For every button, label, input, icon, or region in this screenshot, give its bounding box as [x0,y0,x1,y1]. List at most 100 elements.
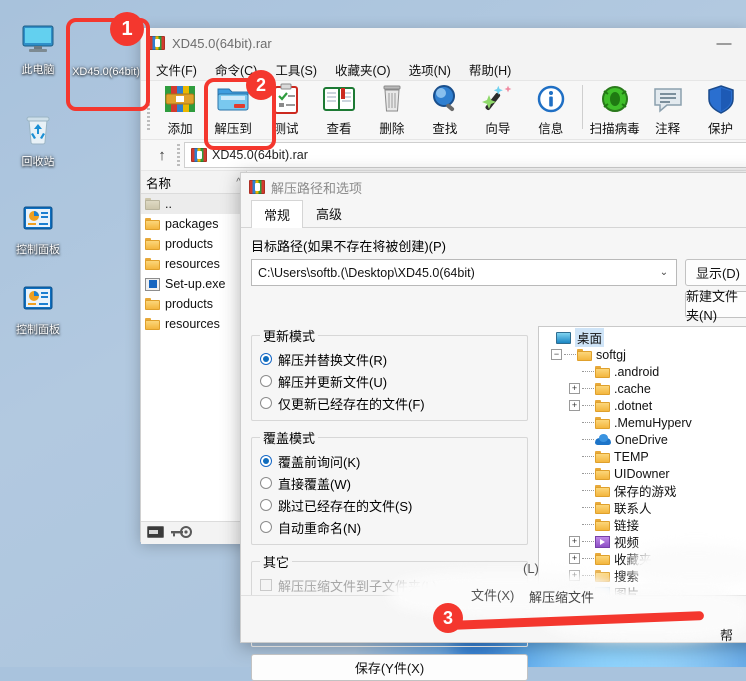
path-gripper[interactable] [177,144,180,166]
folder-icon [577,348,592,361]
desktop-icon-label: 回收站 [21,156,55,168]
list-item[interactable]: products [141,294,246,314]
monitor-icon [556,331,571,344]
winrar-toolbar: 添加 解压到 测试 查看 删除 查找 向导 信息 扫描病毒 注释 保护 [141,80,746,139]
folder-icon [595,382,610,395]
desktop-icon-control-panel-2[interactable]: 控制面板 [6,278,70,337]
folder-icon [145,258,160,270]
menu-item-help[interactable]: 帮助(H) [460,58,520,81]
destination-path-combobox[interactable]: C:\Users\softb.(\Desktop\XD45.0(64bit) ⌄ [251,259,677,286]
tab-general[interactable]: 常规 [251,200,304,228]
toolbar-button-label: 测试 [273,122,299,136]
tree-item-softgj[interactable]: − softgj [543,346,746,363]
toolbar-button-label: 解压到 [214,122,252,136]
tab-advanced[interactable]: 高级 [303,199,355,227]
collapse-toggle-icon[interactable]: − [551,349,562,360]
toolbar-button-add[interactable]: 添加 [154,81,207,139]
tree-item-label: OneDrive [615,432,668,447]
radio-indicator[interactable] [260,477,272,489]
radio-skip-existing[interactable]: 跳过已经存在的文件(S) [260,494,519,516]
tree-item-cache[interactable]: + .cache [543,380,746,397]
winrar-statusbar [141,521,246,544]
save-settings-button[interactable]: 保存(Y件(X) [251,654,528,681]
toolbar-button-protect[interactable]: 保护 [694,81,746,139]
radio-indicator[interactable] [260,499,272,511]
list-item-label: resources [165,257,220,271]
help-button-fragment[interactable]: 帮 [720,625,733,644]
toolbar-button-label: 扫描病毒 [589,122,640,136]
expand-toggle-icon[interactable]: + [569,536,580,547]
radio-only-update-existing[interactable]: 仅更新已经存在的文件(F) [260,392,519,414]
menu-item-tools[interactable]: 工具(S) [266,58,326,81]
toolbar-button-info[interactable]: 信息 [524,81,577,139]
menu-item-options[interactable]: 选项(N) [400,58,460,81]
toolbar-button-label: 保护 [708,122,734,136]
option-label: 解压并更新文件(U) [278,374,388,390]
list-item[interactable]: .. [141,194,246,214]
tree-item-contacts[interactable]: 联系人 [543,499,746,516]
expand-toggle-icon[interactable]: + [569,383,580,394]
toolbar-button-wizard[interactable]: 向导 [471,81,524,139]
tree-item-android[interactable]: .android [543,363,746,380]
expand-toggle-icon[interactable]: + [569,553,580,564]
radio-auto-rename[interactable]: 自动重命名(N) [260,516,519,538]
find-icon [428,83,462,117]
radio-indicator[interactable] [260,455,272,467]
radio-extract-and-update[interactable]: 解压并更新文件(U) [260,370,519,392]
radio-indicator[interactable] [260,397,272,409]
list-item[interactable]: resources [141,254,246,274]
radio-extract-and-replace[interactable]: 解压并替换文件(R) [260,348,519,370]
disk-icon [147,525,164,541]
tree-item-label: .MemuHyperv [614,415,692,430]
tree-item-saved-games[interactable]: 保存的游戏 [543,482,746,499]
up-one-level-button[interactable]: ↑ [147,147,177,164]
menu-item-file[interactable]: 文件(F) [147,58,206,81]
list-item-label: packages [165,217,219,231]
folder-icon [595,467,610,480]
control-panel-icon [6,198,70,242]
radio-indicator[interactable] [260,375,272,387]
annotation-badge-step1: 1 [110,12,144,46]
toolbar-gripper[interactable] [147,84,150,132]
bottom-fragment-x: 文件(X) [471,588,515,603]
toolbar-button-delete[interactable]: 删除 [365,81,418,139]
tree-item-uidowner[interactable]: UIDowner [543,465,746,482]
update-mode-legend: 更新模式 [263,329,316,344]
comment-icon [651,83,685,117]
tree-item-label: .android [614,364,660,379]
tree-item-desktop[interactable]: 桌面 [543,328,746,347]
show-button[interactable]: 显示(D) [685,259,746,286]
list-item[interactable]: resources [141,314,246,334]
archive-path-combobox[interactable]: XD45.0(64bit).rar [184,142,746,168]
menu-item-favorites[interactable]: 收藏夹(O) [326,58,400,81]
minimize-button[interactable]: — [701,28,746,58]
toolbar-button-comment[interactable]: 注释 [641,81,694,139]
winrar-icon [149,36,165,50]
option-label: 仅更新已经存在的文件(F) [278,396,425,412]
toolbar-button-virus-scan[interactable]: 扫描病毒 [588,81,641,139]
toolbar-button-find[interactable]: 查找 [418,81,471,139]
expand-toggle-icon[interactable]: + [569,400,580,411]
tree-item-links[interactable]: 链接 [543,516,746,533]
desktop-icon-control-panel-1[interactable]: 控制面板 [6,198,70,257]
desktop-icon-this-pc[interactable]: 此电脑 [6,18,70,77]
list-item[interactable]: products [141,234,246,254]
list-item[interactable]: Set-up.exe [141,274,246,294]
radio-indicator[interactable] [260,521,272,533]
radio-ask-before-overwrite[interactable]: 覆盖前询问(K) [260,450,519,472]
toolbar-button-view[interactable]: 查看 [313,81,366,139]
chevron-down-icon[interactable]: ⌄ [656,267,672,278]
tree-item-onedrive[interactable]: OneDrive [543,431,746,448]
option-label: 跳过已经存在的文件(S) [278,498,413,514]
delete-icon [375,83,409,117]
desktop-icon-recycle-bin[interactable]: 回收站 [6,110,70,169]
radio-indicator[interactable] [260,353,272,365]
list-item[interactable]: packages [141,214,246,234]
tree-item-dotnet[interactable]: + .dotnet [543,397,746,414]
onedrive-icon [595,434,611,445]
new-folder-button[interactable]: 新建文件夹(N) [685,289,746,323]
tree-item-memuhyperv[interactable]: .MemuHyperv [543,414,746,431]
tree-item-temp[interactable]: TEMP [543,448,746,465]
radio-overwrite-directly[interactable]: 直接覆盖(W) [260,472,519,494]
file-list-header[interactable]: 名称 ^ [141,171,246,194]
